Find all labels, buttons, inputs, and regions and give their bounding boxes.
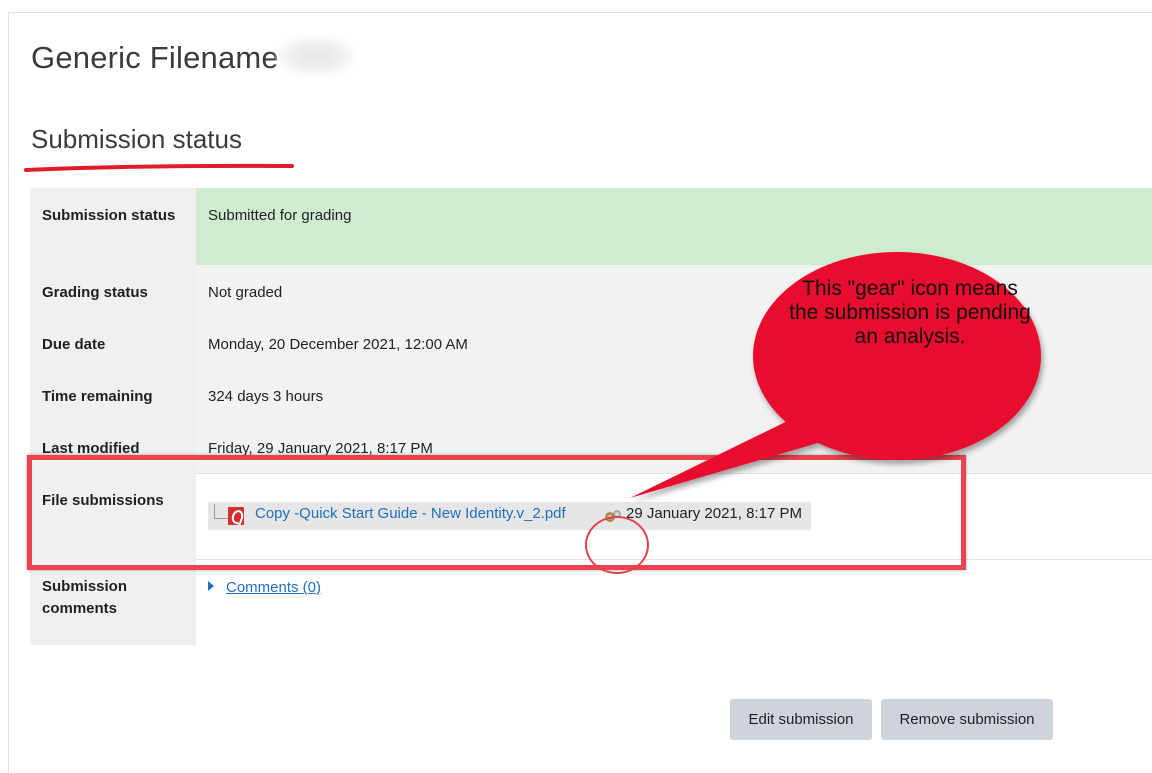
caret-right-icon xyxy=(208,581,214,591)
comments-toggle[interactable]: Comments (0) xyxy=(208,579,321,596)
remove-submission-button[interactable]: Remove submission xyxy=(881,699,1053,740)
annotation-underline xyxy=(24,163,294,172)
section-title: Submission status xyxy=(31,124,242,154)
comments-label: Comments (0) xyxy=(226,579,322,596)
edit-submission-button[interactable]: Edit submission xyxy=(730,699,872,740)
page-title: Generic Filename xyxy=(31,40,279,75)
row-label: Submission comments xyxy=(30,559,196,645)
annotation-circle xyxy=(585,516,649,574)
redacted-area xyxy=(277,36,355,76)
row-label: Due date xyxy=(30,317,196,369)
table-row-submission-comments: Submission comments Comments (0) xyxy=(30,559,1152,645)
row-label: Grading status xyxy=(30,265,196,317)
row-label: Time remaining xyxy=(30,369,196,421)
row-label: Submission status xyxy=(30,188,196,265)
callout-text: This "gear" icon means the submission is… xyxy=(789,277,1031,348)
